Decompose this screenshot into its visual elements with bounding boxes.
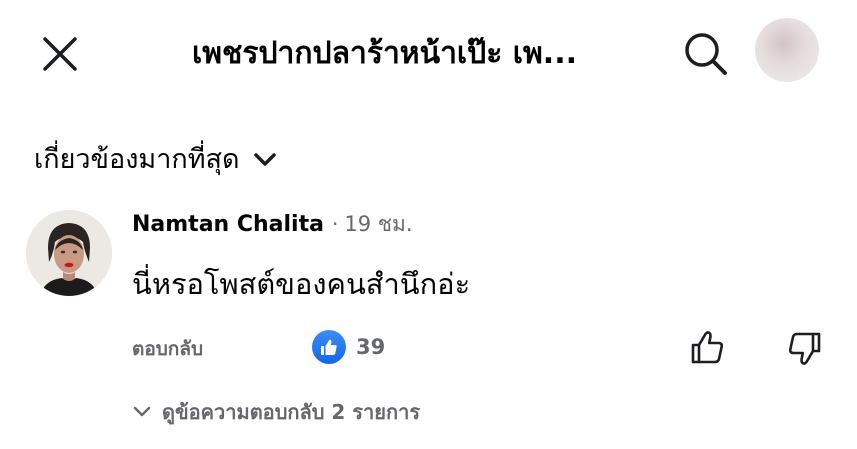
comment-timestamp[interactable]: 19 ชม. bbox=[344, 208, 412, 241]
comment-author-name[interactable]: Namtan Chalita bbox=[132, 212, 324, 237]
close-button[interactable] bbox=[38, 32, 82, 76]
sort-label: เกี่ยวข้องมากที่สุด bbox=[34, 144, 240, 175]
upvote-button[interactable] bbox=[686, 326, 730, 370]
like-count: 39 bbox=[356, 335, 386, 359]
downvote-button[interactable] bbox=[782, 326, 826, 370]
thumbs-up-icon bbox=[691, 331, 724, 364]
page-title: เพชรปากปลาร้าหน้าเป๊ะ เพ... bbox=[192, 36, 577, 71]
sort-dropdown[interactable]: เกี่ยวข้องมากที่สุด bbox=[34, 140, 278, 180]
view-replies-label: ดูข้อความตอบกลับ 2 รายการ bbox=[162, 400, 421, 424]
chevron-down-icon bbox=[133, 406, 151, 417]
comment-meta: Namtan Chalita · 19 ชม. bbox=[132, 208, 413, 248]
thumbs-down-icon bbox=[788, 332, 821, 365]
like-reaction-icon bbox=[312, 330, 346, 364]
comment-author-avatar[interactable] bbox=[26, 210, 112, 296]
reaction-summary[interactable]: 39 bbox=[312, 330, 385, 364]
search-button[interactable] bbox=[680, 28, 732, 80]
search-icon bbox=[685, 33, 727, 75]
view-replies-button[interactable]: ดูข้อความตอบกลับ 2 รายการ bbox=[132, 396, 420, 428]
comment-body: นี่หรอโพสต์ของคนสำนึกอ่ะ bbox=[132, 267, 471, 301]
chevron-down-icon bbox=[252, 147, 278, 173]
meta-separator: · bbox=[331, 212, 339, 236]
reply-button[interactable]: ตอบกลับ bbox=[132, 334, 203, 364]
profile-avatar[interactable] bbox=[755, 18, 819, 82]
top-bar: เพชรปากปลาร้าหน้าเป๊ะ เพ... bbox=[0, 0, 857, 105]
close-icon bbox=[43, 37, 77, 71]
